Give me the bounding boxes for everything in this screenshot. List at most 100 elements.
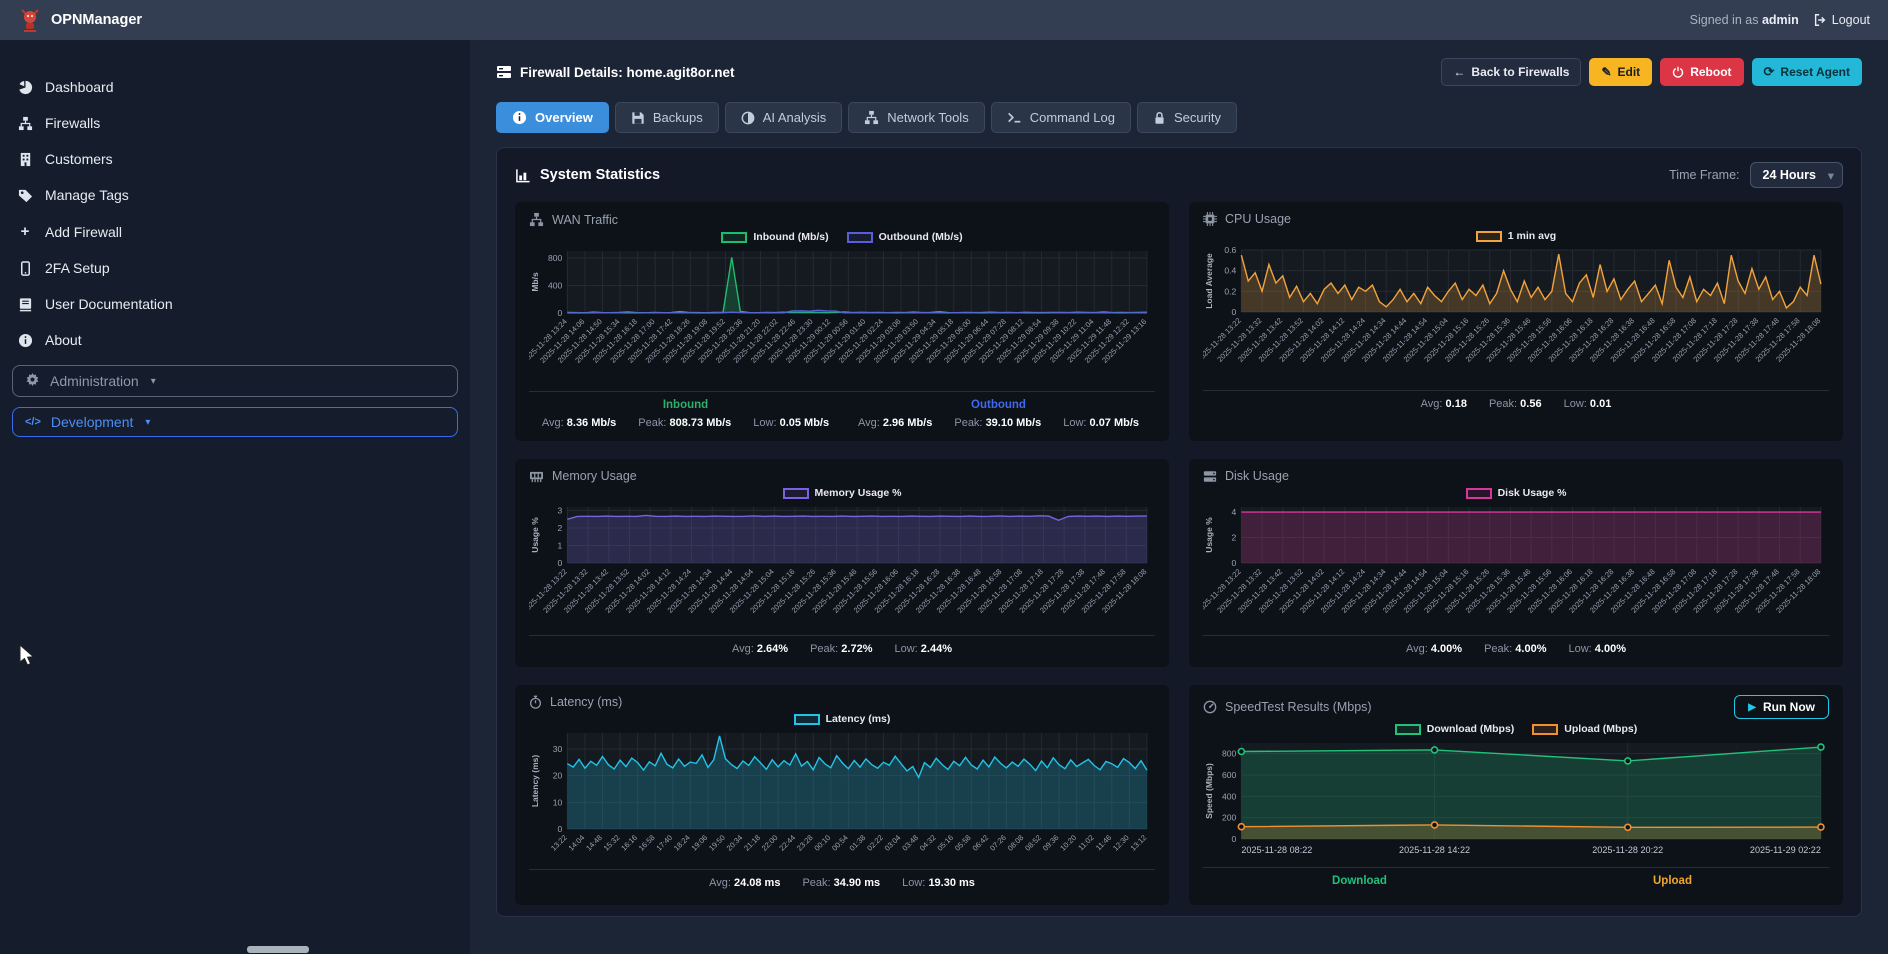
- top-navbar: OPNManager Signed in as admin Logout: [0, 0, 1888, 40]
- legend-swatch: [721, 232, 747, 243]
- stats-row: Avg: 8.36 Mb/sPeak: 808.73 Mb/sLow: 0.05…: [529, 417, 842, 429]
- avg-value: 2.64%: [757, 643, 788, 655]
- administration-dropdown[interactable]: Administration ▾: [12, 365, 458, 397]
- svg-text:19:06: 19:06: [690, 833, 710, 853]
- time-frame-label: Time Frame:: [1669, 168, 1739, 182]
- horizontal-scrollbar-thumb[interactable]: [247, 946, 309, 953]
- pencil-icon: ✎: [1601, 65, 1611, 79]
- panel-title: Memory Usage: [552, 469, 637, 483]
- sidebar-item-2fa-setup[interactable]: 2FA Setup: [0, 253, 470, 283]
- svg-text:2025-11-28 08:22: 2025-11-28 08:22: [1241, 845, 1312, 855]
- svg-text:400: 400: [1222, 791, 1237, 801]
- svg-text:01:38: 01:38: [848, 833, 868, 853]
- logout-icon: [1813, 13, 1827, 27]
- development-dropdown[interactable]: </> Development ▾: [12, 407, 458, 437]
- chart-bar-icon: [515, 168, 531, 183]
- panel-title: CPU Usage: [1225, 212, 1291, 226]
- lock-icon: [1153, 111, 1166, 125]
- stats-row: Avg: 2.64%Peak: 2.72%Low: 2.44%: [529, 643, 1155, 655]
- stats-row: Avg: 24.08 msPeak: 34.90 msLow: 19.30 ms: [529, 877, 1155, 889]
- svg-text:04:32: 04:32: [918, 833, 938, 853]
- reset-agent-button[interactable]: ⟳ Reset Agent: [1752, 58, 1862, 86]
- svg-text:21:18: 21:18: [742, 833, 762, 853]
- reboot-button[interactable]: Reboot: [1660, 58, 1743, 86]
- panel-cpu: CPU Usage1 min avg2025-11-28 13:222025-1…: [1189, 202, 1843, 441]
- svg-text:30: 30: [553, 744, 563, 754]
- tab-security[interactable]: Security: [1137, 102, 1237, 133]
- sidebar-item-about[interactable]: About: [0, 325, 470, 355]
- svg-text:Usage %: Usage %: [530, 517, 540, 553]
- low-value: 0.07 Mb/s: [1090, 417, 1140, 429]
- panel-title: Latency (ms): [550, 695, 622, 709]
- chart-legend: Latency (ms): [529, 713, 1155, 725]
- disk-icon: [1203, 470, 1217, 483]
- low-value: 0.05 Mb/s: [780, 417, 830, 429]
- svg-text:Load Average: Load Average: [1204, 253, 1214, 309]
- tab-label: Command Log: [1030, 110, 1115, 125]
- back-to-firewalls-button[interactable]: ← Back to Firewalls: [1441, 58, 1581, 86]
- divider: [529, 869, 1155, 870]
- svg-text:20:34: 20:34: [725, 833, 745, 853]
- sidebar-item-label: Manage Tags: [45, 187, 129, 203]
- phone-icon: [16, 261, 34, 276]
- tab-backups[interactable]: Backups: [615, 102, 719, 133]
- svg-text:20: 20: [553, 771, 563, 781]
- svg-text:02:22: 02:22: [865, 833, 885, 853]
- peak-value: 34.90 ms: [834, 877, 880, 889]
- legend-swatch: [1466, 488, 1492, 499]
- logout-button[interactable]: Logout: [1813, 13, 1870, 27]
- svg-text:05:58: 05:58: [953, 833, 973, 853]
- gear-icon: [25, 372, 40, 390]
- network-icon: [16, 116, 34, 131]
- sidebar-item-label: Firewalls: [45, 115, 100, 131]
- system-statistics-card: System Statistics Time Frame: 24 Hours W…: [496, 147, 1862, 917]
- stats-heading: Outbound: [842, 399, 1155, 411]
- chart-legend: Download (Mbps)Upload (Mbps): [1203, 723, 1829, 735]
- svg-text:07:26: 07:26: [988, 833, 1008, 853]
- sidebar-item-customers[interactable]: Customers: [0, 144, 470, 174]
- sidebar-item-label: 2FA Setup: [45, 260, 110, 276]
- svg-text:4: 4: [1232, 507, 1237, 517]
- svg-text:11:02: 11:02: [1076, 833, 1095, 852]
- tab-overview[interactable]: Overview: [496, 102, 609, 133]
- low-value: 2.44%: [921, 643, 952, 655]
- sidebar-item-label: Dashboard: [45, 79, 114, 95]
- sidebar-item-dashboard[interactable]: Dashboard: [0, 72, 470, 102]
- tab-command-log[interactable]: Command Log: [991, 102, 1131, 133]
- svg-text:3: 3: [558, 506, 563, 516]
- power-icon: [1672, 66, 1684, 78]
- time-frame-select[interactable]: 24 Hours: [1750, 162, 1844, 188]
- avg-value: 4.00%: [1431, 643, 1462, 655]
- info-icon: [512, 110, 527, 125]
- legend-item: Memory Usage %: [783, 487, 902, 499]
- sidebar-item-firewalls[interactable]: Firewalls: [0, 108, 470, 138]
- stats-heading: Upload: [1516, 875, 1829, 887]
- chart-memory: 2025-11-28 13:222025-11-28 13:322025-11-…: [529, 501, 1155, 629]
- tab-ai-analysis[interactable]: AI Analysis: [725, 102, 843, 133]
- sidebar-item-label: User Documentation: [45, 296, 173, 312]
- panel-title: SpeedTest Results (Mbps): [1225, 700, 1372, 714]
- sidebar-item-label: Customers: [45, 151, 113, 167]
- network-icon: [529, 212, 544, 227]
- run-now-button[interactable]: ▶Run Now: [1734, 695, 1829, 719]
- sidebar-item-manage-tags[interactable]: Manage Tags: [0, 180, 470, 210]
- stats-heading: Inbound: [529, 399, 842, 411]
- svg-text:0: 0: [558, 558, 563, 568]
- chevron-down-icon: ▾: [145, 417, 150, 428]
- legend-item: Inbound (Mb/s): [721, 231, 828, 243]
- peak-value: 0.56: [1520, 398, 1541, 410]
- tab-label: Backups: [653, 110, 703, 125]
- svg-text:Mb/s: Mb/s: [530, 272, 540, 292]
- legend-swatch: [1476, 231, 1502, 242]
- tab-network-tools[interactable]: Network Tools: [848, 102, 984, 133]
- svg-text:0: 0: [1232, 307, 1237, 317]
- divider: [1203, 635, 1829, 636]
- sidebar-item-user-documentation[interactable]: User Documentation: [0, 289, 470, 319]
- edit-button[interactable]: ✎ Edit: [1589, 58, 1652, 86]
- svg-text:08:08: 08:08: [1006, 833, 1026, 853]
- avg-value: 8.36 Mb/s: [567, 417, 617, 429]
- pie-chart-icon: [16, 80, 34, 95]
- tab-label: Overview: [535, 110, 593, 125]
- svg-text:2: 2: [1232, 533, 1237, 543]
- sidebar-item-add-firewall[interactable]: +Add Firewall: [0, 216, 470, 247]
